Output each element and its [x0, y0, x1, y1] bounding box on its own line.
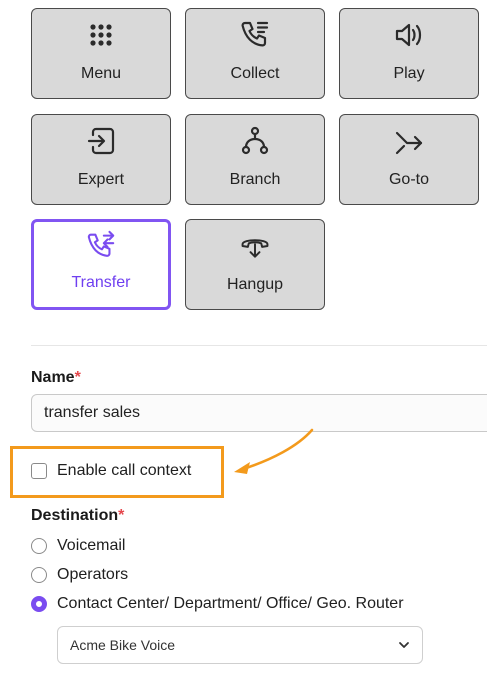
tile-collect[interactable]: Collect	[185, 8, 325, 99]
tile-label: Collect	[230, 65, 280, 82]
destination-label: Destination*	[31, 507, 124, 525]
tile-label: Transfer	[71, 274, 131, 291]
tile-label: Expert	[77, 171, 125, 188]
radio-voicemail[interactable]	[31, 538, 47, 554]
radio-label-operators: Operators	[57, 566, 129, 583]
transfer-step-editor: Menu Collect Play Expert Branch Go-to Tr…	[0, 0, 487, 673]
required-mark: *	[74, 369, 81, 386]
radio-contact-center[interactable]	[31, 596, 47, 612]
login-box-icon	[85, 125, 117, 157]
speaker-icon	[393, 19, 425, 51]
radio-label-contact-center: Contact Center/ Department/ Office/ Geo.…	[57, 595, 404, 612]
tile-menu[interactable]: Menu	[31, 8, 171, 99]
name-label: Name*	[31, 369, 81, 387]
branch-icon	[239, 125, 271, 157]
phone-transfer-icon	[85, 230, 117, 262]
tile-branch[interactable]: Branch	[185, 114, 325, 205]
required-mark: *	[118, 507, 125, 524]
destination-label-text: Destination	[31, 507, 119, 524]
name-label-text: Name	[31, 369, 75, 386]
tile-goto[interactable]: Go-to	[339, 114, 479, 205]
goto-arrow-icon	[393, 125, 425, 157]
hangup-icon	[239, 230, 271, 262]
tile-label: Play	[393, 65, 425, 82]
tile-label: Go-to	[388, 171, 429, 188]
phone-list-icon	[239, 19, 271, 51]
radio-operators[interactable]	[31, 567, 47, 583]
annotation-arrow-icon	[234, 428, 314, 474]
tile-transfer[interactable]: Transfer	[31, 219, 171, 310]
call-context-label: Enable call context	[57, 462, 192, 479]
tile-label: Hangup	[226, 276, 284, 293]
chevron-down-icon	[399, 642, 409, 648]
tile-hangup[interactable]: Hangup	[185, 219, 325, 310]
section-divider	[31, 345, 487, 346]
call-context-checkbox[interactable]	[31, 463, 47, 479]
destination-select-value: Acme Bike Voice	[70, 637, 176, 653]
tile-play[interactable]: Play	[339, 8, 479, 99]
grid-dots-icon	[85, 19, 117, 51]
tile-label: Branch	[229, 171, 281, 188]
tile-label: Menu	[80, 65, 122, 82]
tile-expert[interactable]: Expert	[31, 114, 171, 205]
destination-select[interactable]: Acme Bike Voice	[57, 626, 423, 664]
radio-label-voicemail: Voicemail	[57, 537, 126, 554]
